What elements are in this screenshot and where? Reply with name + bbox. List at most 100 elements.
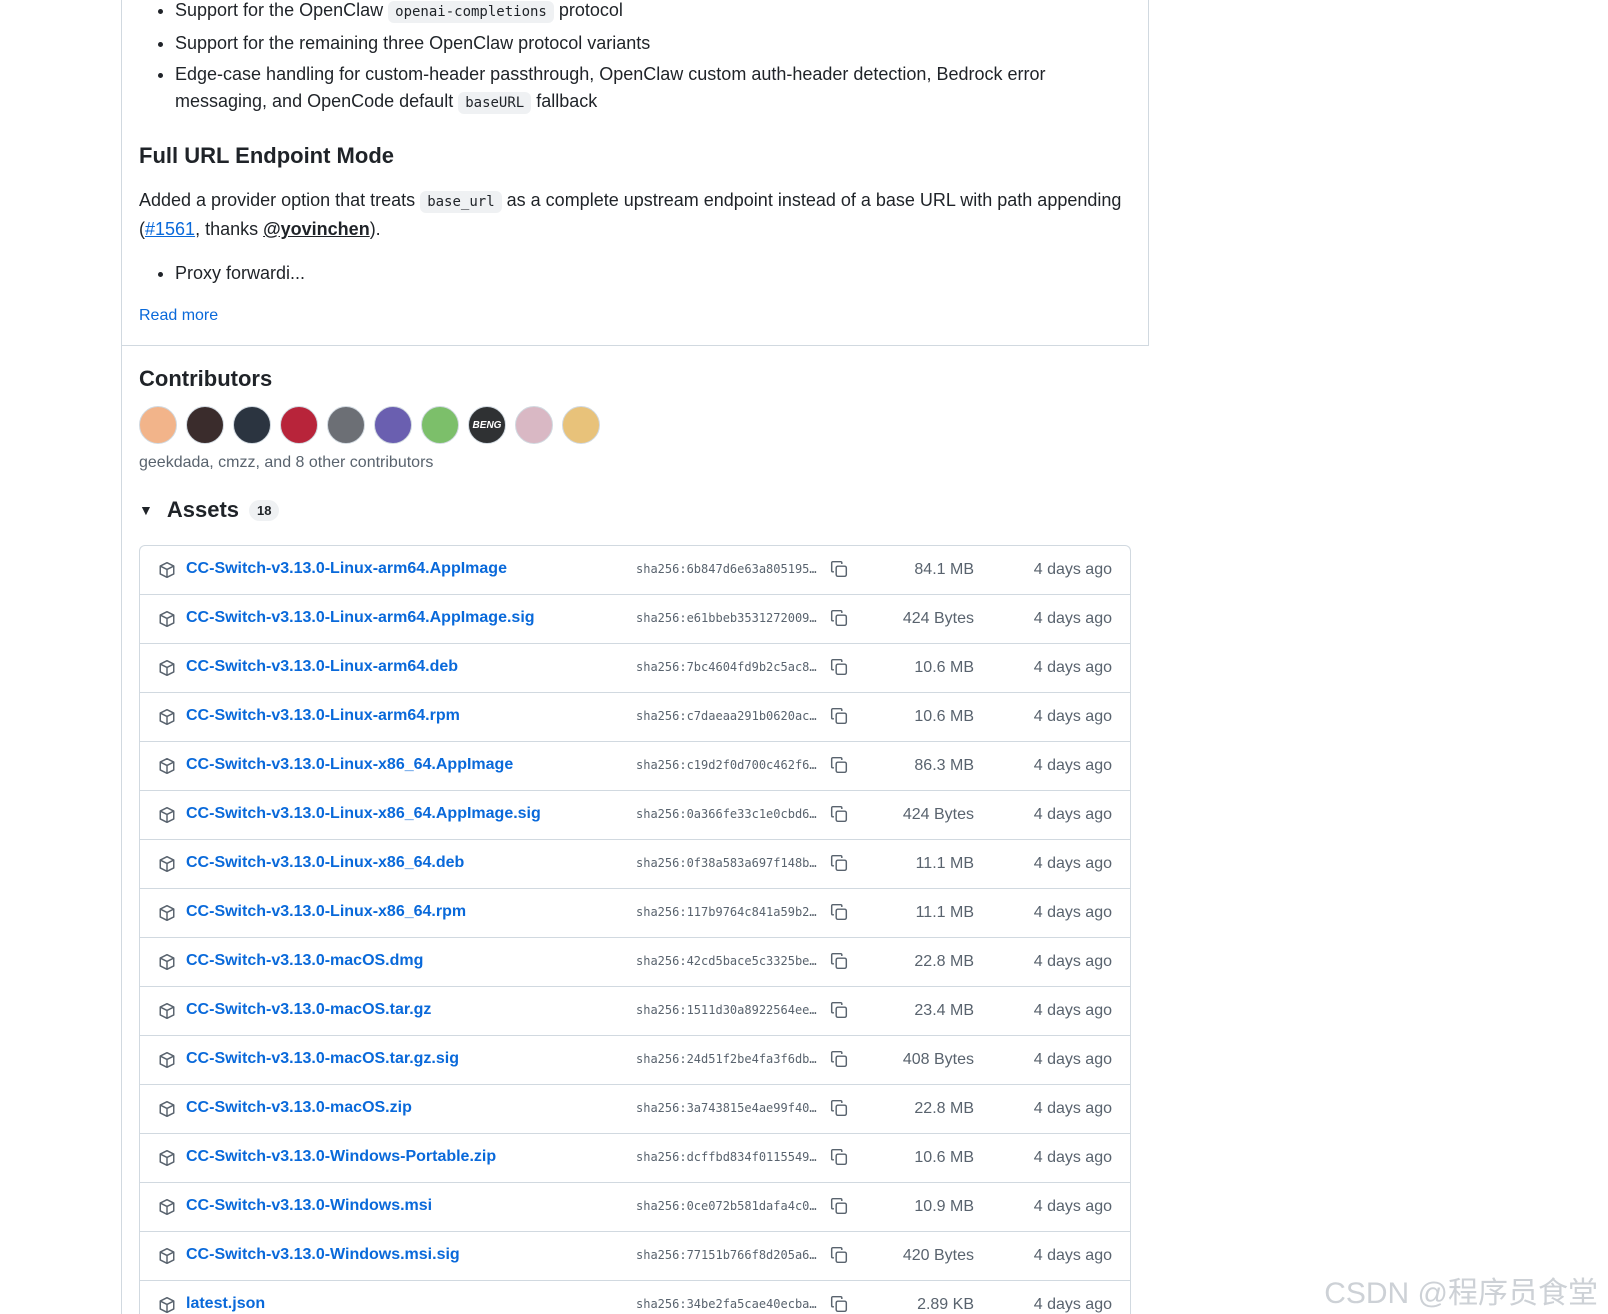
asset-size: 22.8 MB [914,1100,974,1117]
asset-row: CC-Switch-v3.13.0-macOS.tar.gz.sig sha256… [140,1036,1130,1085]
asset-sha256: sha256:6b847d6e63a805195… [636,562,817,576]
asset-download-link[interactable]: CC-Switch-v3.13.0-Linux-arm64.AppImage.s… [186,609,535,627]
copy-icon[interactable] [830,707,848,725]
avatar[interactable] [280,406,318,444]
asset-download-link[interactable]: CC-Switch-v3.13.0-Linux-x86_64.deb [186,854,464,872]
copy-icon[interactable] [830,1148,848,1166]
copy-icon[interactable] [830,1099,848,1117]
asset-size: 22.8 MB [914,953,974,970]
asset-row: CC-Switch-v3.13.0-macOS.tar.gz sha256:151… [140,987,1130,1036]
asset-size: 420 Bytes [902,1247,974,1264]
avatar[interactable] [186,406,224,444]
asset-date: 4 days ago [1033,1051,1112,1068]
assets-count-badge: 18 [249,499,280,521]
bullet-list-top: Support for the OpenClaw openai-completi… [139,0,1135,117]
package-icon [158,806,176,824]
avatar[interactable] [562,406,600,444]
copy-icon[interactable] [830,805,848,823]
caret-down-icon[interactable]: ▼ [139,502,153,518]
asset-date: 4 days ago [1033,757,1112,774]
asset-size: 86.3 MB [914,757,974,774]
asset-download-link[interactable]: latest.json [186,1295,265,1313]
copy-icon[interactable] [830,1197,848,1215]
copy-icon[interactable] [830,756,848,774]
copy-icon[interactable] [830,1050,848,1068]
asset-date: 4 days ago [1033,806,1112,823]
asset-download-link[interactable]: CC-Switch-v3.13.0-macOS.tar.gz.sig [186,1050,459,1068]
avatar[interactable] [233,406,271,444]
asset-download-link[interactable]: CC-Switch-v3.13.0-Windows-Portable.zip [186,1148,496,1166]
package-icon [158,1100,176,1118]
asset-date: 4 days ago [1033,1247,1112,1264]
copy-icon[interactable] [830,560,848,578]
list-item: Support for the OpenClaw openai-completi… [175,0,1135,26]
asset-sha256: sha256:117b9764c841a59b2… [636,905,817,919]
asset-download-link[interactable]: CC-Switch-v3.13.0-Windows.msi [186,1197,432,1215]
asset-download-link[interactable]: CC-Switch-v3.13.0-macOS.zip [186,1099,412,1117]
section-heading: Full URL Endpoint Mode [139,143,394,168]
release-page: Support for the OpenClaw openai-completi… [0,0,1608,1314]
asset-date: 4 days ago [1033,904,1112,921]
asset-size: 10.6 MB [914,1149,974,1166]
copy-icon[interactable] [830,609,848,627]
issue-link[interactable]: #1561 [145,219,195,239]
asset-row: CC-Switch-v3.13.0-Windows.msi.sig sha256:… [140,1232,1130,1281]
contributor-avatars: BENG [139,406,600,444]
asset-download-link[interactable]: CC-Switch-v3.13.0-Linux-x86_64.AppImage.… [186,805,541,823]
asset-download-link[interactable]: CC-Switch-v3.13.0-Linux-x86_64.rpm [186,903,466,921]
asset-date: 4 days ago [1033,561,1112,578]
copy-icon[interactable] [830,854,848,872]
asset-download-link[interactable]: CC-Switch-v3.13.0-Linux-arm64.deb [186,658,458,676]
avatar[interactable] [515,406,553,444]
package-icon [158,1296,176,1314]
asset-date: 4 days ago [1033,1296,1112,1313]
contributors-summary[interactable]: geekdada, cmzz, and 8 other contributors [139,454,433,472]
copy-icon[interactable] [830,658,848,676]
avatar[interactable]: BENG [468,406,506,444]
asset-row: CC-Switch-v3.13.0-Linux-arm64.deb sha256:… [140,644,1130,693]
package-icon [158,708,176,726]
asset-download-link[interactable]: CC-Switch-v3.13.0-macOS.dmg [186,952,423,970]
asset-sha256: sha256:c19d2f0d700c462f6… [636,758,817,772]
copy-icon[interactable] [830,1246,848,1264]
asset-download-link[interactable]: CC-Switch-v3.13.0-Windows.msi.sig [186,1246,460,1264]
asset-download-link[interactable]: CC-Switch-v3.13.0-Linux-arm64.rpm [186,707,460,725]
asset-size: 408 Bytes [902,1051,974,1068]
asset-date: 4 days ago [1033,855,1112,872]
asset-download-link[interactable]: CC-Switch-v3.13.0-Linux-arm64.AppImage [186,560,507,578]
asset-row: CC-Switch-v3.13.0-macOS.zip sha256:3a7438… [140,1085,1130,1134]
copy-icon[interactable] [830,1001,848,1019]
asset-sha256: sha256:1511d30a8922564ee… [636,1003,817,1017]
copy-icon[interactable] [830,952,848,970]
avatar[interactable] [327,406,365,444]
asset-size: 424 Bytes [902,610,974,627]
package-icon [158,904,176,922]
asset-size: 10.6 MB [914,708,974,725]
section-paragraph: Added a provider option that treats base… [139,187,1134,243]
asset-date: 4 days ago [1033,1100,1112,1117]
avatar[interactable] [421,406,459,444]
avatar[interactable] [139,406,177,444]
asset-sha256: sha256:7bc4604fd9b2c5ac8… [636,660,817,674]
asset-download-link[interactable]: CC-Switch-v3.13.0-Linux-x86_64.AppImage [186,756,513,774]
asset-row: CC-Switch-v3.13.0-Linux-arm64.AppImage.s… [140,595,1130,644]
read-more-link[interactable]: Read more [139,307,218,325]
asset-size: 2.89 KB [917,1296,974,1313]
package-icon [158,610,176,628]
user-mention-link[interactable]: @yovinchen [263,219,370,239]
avatar[interactable] [374,406,412,444]
asset-size: 11.1 MB [915,904,974,921]
asset-row: CC-Switch-v3.13.0-Linux-arm64.AppImage sh… [140,546,1130,595]
asset-sha256: sha256:3a743815e4ae99f40… [636,1101,817,1115]
bullet-list-bottom: Proxy forwardi... [139,260,305,287]
asset-row: CC-Switch-v3.13.0-Linux-x86_64.rpm sha256… [140,889,1130,938]
list-item: Support for the remaining three OpenClaw… [175,30,1135,57]
asset-row: CC-Switch-v3.13.0-Windows.msi sha256:0ce0… [140,1183,1130,1232]
copy-icon[interactable] [830,1295,848,1313]
bullet-text: protocol [558,0,623,20]
assets-header[interactable]: ▼ Assets 18 [139,497,280,523]
package-icon [158,953,176,971]
asset-size: 11.1 MB [915,855,974,872]
copy-icon[interactable] [830,903,848,921]
asset-download-link[interactable]: CC-Switch-v3.13.0-macOS.tar.gz [186,1001,431,1019]
